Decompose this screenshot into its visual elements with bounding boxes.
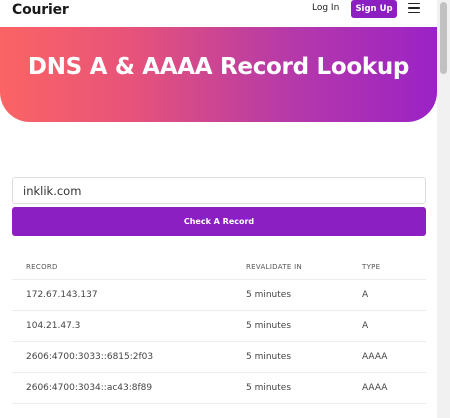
- table-header-row: RECORD REVALIDATE IN TYPE: [12, 255, 426, 280]
- table-row: 172.67.143.137 5 minutes A: [12, 280, 426, 311]
- column-header-type: TYPE: [362, 263, 381, 271]
- revalidate-cell: 5 minutes: [246, 290, 292, 300]
- check-a-record-button[interactable]: Check A Record: [12, 207, 426, 236]
- type-cell: A: [362, 321, 369, 331]
- courier-logo[interactable]: Courier: [12, 2, 69, 18]
- menu-line: [408, 3, 420, 5]
- record-cell: 2606:4700:3034::ac43:8f89: [26, 383, 153, 393]
- domain-input[interactable]: [12, 177, 426, 204]
- results-table: RECORD REVALIDATE IN TYPE 172.67.143.137…: [12, 255, 426, 404]
- page-title: DNS A & AAAA Record Lookup: [27, 54, 410, 80]
- type-cell: AAAA: [362, 383, 388, 393]
- record-cell: 2606:4700:3033::6815:2f03: [26, 352, 154, 362]
- revalidate-cell: 5 minutes: [246, 352, 292, 362]
- table-row: 2606:4700:3034::ac43:8f89 5 minutes AAAA: [12, 373, 426, 404]
- revalidate-cell: 5 minutes: [246, 383, 292, 393]
- menu-line: [408, 7, 420, 9]
- type-cell: AAAA: [362, 352, 388, 362]
- signup-button[interactable]: Sign Up: [351, 0, 397, 18]
- menu-line: [408, 11, 420, 14]
- top-navigation: Courier Log In Sign Up: [0, 0, 437, 22]
- column-header-revalidate: REVALIDATE IN: [246, 263, 303, 271]
- record-cell: 104.21.47.3: [26, 321, 81, 331]
- hamburger-menu-icon[interactable]: [408, 3, 420, 14]
- page: Courier Log In Sign Up DNS A & AAAA Reco…: [0, 0, 437, 418]
- table-row: 2606:4700:3033::6815:2f03 5 minutes AAAA: [12, 342, 426, 373]
- revalidate-cell: 5 minutes: [246, 321, 292, 331]
- vertical-scrollbar[interactable]: [437, 0, 450, 418]
- login-link[interactable]: Log In: [312, 3, 339, 13]
- table-row: 104.21.47.3 5 minutes A: [12, 311, 426, 342]
- record-cell: 172.67.143.137: [26, 290, 98, 300]
- type-cell: A: [362, 290, 369, 300]
- scrollbar-thumb[interactable]: [440, 2, 447, 74]
- column-header-record: RECORD: [26, 263, 58, 271]
- hero-banner: DNS A & AAAA Record Lookup: [0, 27, 437, 122]
